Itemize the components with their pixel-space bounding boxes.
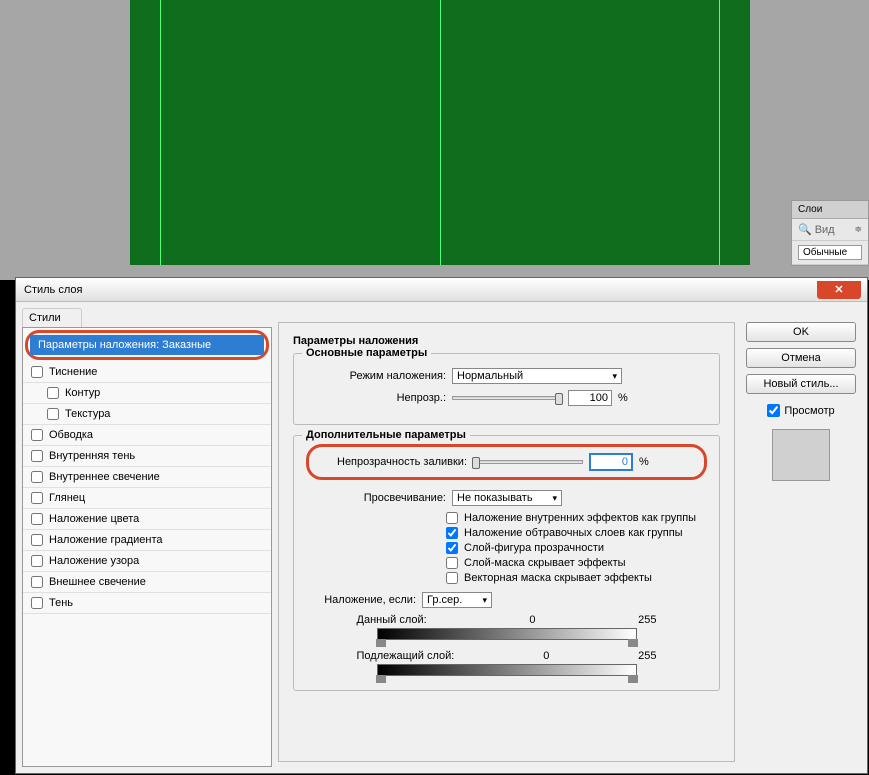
canvas-area xyxy=(0,0,869,280)
style-label: Наложение цвета xyxy=(49,513,139,525)
style-item[interactable]: Обводка xyxy=(23,425,271,446)
style-checkbox[interactable] xyxy=(31,366,43,378)
cancel-button[interactable]: Отмена xyxy=(746,348,856,368)
pct-label: % xyxy=(618,392,628,404)
close-button[interactable]: ✕ xyxy=(817,281,861,299)
general-legend: Основные параметры xyxy=(302,347,431,359)
style-checkbox[interactable] xyxy=(31,597,43,609)
layers-tab[interactable]: Слои xyxy=(792,201,868,219)
style-checkbox[interactable] xyxy=(31,513,43,525)
advanced-legend: Дополнительные параметры xyxy=(302,429,470,441)
dialog-buttons: OK Отмена Новый стиль... Просмотр xyxy=(741,308,861,767)
dialog-title: Стиль слоя xyxy=(24,284,817,296)
fill-opacity-slider[interactable] xyxy=(473,460,583,464)
blend-mode-select[interactable]: Нормальный xyxy=(452,368,622,384)
highlight-blending-options: Параметры наложения: Заказные xyxy=(25,330,269,360)
cb-clipped-layers-label: Наложение обтравочных слоев как группы xyxy=(464,527,683,539)
style-item[interactable]: Наложение цвета xyxy=(23,509,271,530)
style-checkbox[interactable] xyxy=(31,576,43,588)
cb-vector-mask-hides-label: Векторная маска скрывает эффекты xyxy=(464,572,652,584)
cb-layer-mask-hides[interactable] xyxy=(446,557,458,569)
style-item[interactable]: Текстура xyxy=(23,404,271,425)
blend-if-label: Наложение, если: xyxy=(306,594,416,606)
pct-label: % xyxy=(639,456,649,468)
cb-inner-effects[interactable] xyxy=(446,512,458,524)
style-checkbox[interactable] xyxy=(31,471,43,483)
style-item[interactable]: Внутренняя тень xyxy=(23,446,271,467)
highlight-fill-opacity: Непрозрачность заливки: % xyxy=(306,444,707,480)
fill-opacity-input[interactable] xyxy=(589,453,633,471)
preview-label: Просмотр xyxy=(784,405,834,417)
layers-panel: Слои 🔍 Вид ≑ Обычные xyxy=(791,200,869,266)
style-item[interactable]: Наложение узора xyxy=(23,551,271,572)
opacity-label: Непрозр.: xyxy=(306,392,446,404)
ok-button[interactable]: OK xyxy=(746,322,856,342)
advanced-blending-group: Дополнительные параметры Непрозрачность … xyxy=(293,435,720,691)
style-item[interactable]: Тень xyxy=(23,593,271,614)
cb-transparency-shapes[interactable] xyxy=(446,542,458,554)
layer-filter[interactable]: 🔍 Вид xyxy=(798,223,835,236)
style-label: Внешнее свечение xyxy=(49,576,146,588)
style-label: Контур xyxy=(65,387,100,399)
style-checkbox[interactable] xyxy=(31,429,43,441)
underlying-layer-label: Подлежащий слой: xyxy=(357,650,455,662)
styles-list: Параметры наложения: Заказные Тиснение Ко… xyxy=(22,327,272,767)
canvas-document[interactable] xyxy=(130,0,750,265)
style-label: Текстура xyxy=(65,408,110,420)
knockout-select[interactable]: Не показывать xyxy=(452,490,562,506)
style-label: Тень xyxy=(49,597,73,609)
style-label: Обводка xyxy=(49,429,93,441)
this-layer-gradient[interactable] xyxy=(377,628,637,640)
styles-header: Стили xyxy=(22,308,82,327)
style-checkbox[interactable] xyxy=(31,450,43,462)
style-item[interactable]: Тиснение xyxy=(23,362,271,383)
style-item[interactable]: Глянец xyxy=(23,488,271,509)
opacity-slider[interactable] xyxy=(452,396,562,400)
cb-inner-effects-label: Наложение внутренних эффектов как группы xyxy=(464,512,696,524)
blend-mode-label: Режим наложения: xyxy=(306,370,446,382)
knockout-label: Просвечивание: xyxy=(306,492,446,504)
style-item[interactable]: Контур xyxy=(23,383,271,404)
style-label: Тиснение xyxy=(49,366,97,378)
styles-list-column: Стили Параметры наложения: Заказные Тисн… xyxy=(22,308,272,767)
blend-mode-mini[interactable]: Обычные xyxy=(798,245,862,260)
preview-checkbox[interactable] xyxy=(767,404,780,417)
style-checkbox[interactable] xyxy=(31,555,43,567)
style-checkbox[interactable] xyxy=(47,387,59,399)
general-blending-group: Основные параметры Режим наложения: Норм… xyxy=(293,353,720,425)
search-icon: 🔍 xyxy=(798,223,812,236)
style-label: Наложение узора xyxy=(49,555,139,567)
style-label: Глянец xyxy=(49,492,85,504)
preview-swatch xyxy=(772,429,830,481)
style-label: Внутреннее свечение xyxy=(49,471,160,483)
new-style-button[interactable]: Новый стиль... xyxy=(746,374,856,394)
cb-layer-mask-hides-label: Слой-маска скрывает эффекты xyxy=(464,557,626,569)
this-layer-label: Данный слой: xyxy=(357,614,427,626)
cb-clipped-layers[interactable] xyxy=(446,527,458,539)
style-label: Наложение градиента xyxy=(49,534,163,546)
titlebar[interactable]: Стиль слоя ✕ xyxy=(16,278,867,302)
style-checkbox[interactable] xyxy=(31,492,43,504)
opacity-input[interactable] xyxy=(568,390,612,406)
underlying-layer-gradient[interactable] xyxy=(377,664,637,676)
style-label: Внутренняя тень xyxy=(49,450,135,462)
style-item[interactable]: Внешнее свечение xyxy=(23,572,271,593)
blend-if-select[interactable]: Гр.сер. xyxy=(422,592,492,608)
cb-transparency-shapes-label: Слой-фигура прозрачности xyxy=(464,542,604,554)
style-blending-options[interactable]: Параметры наложения: Заказные xyxy=(30,335,264,355)
style-checkbox[interactable] xyxy=(31,534,43,546)
style-item[interactable]: Наложение градиента xyxy=(23,530,271,551)
layer-style-dialog: Стиль слоя ✕ Стили Параметры наложения: … xyxy=(15,277,868,774)
dropdown-icon[interactable]: ≑ xyxy=(854,224,862,235)
fill-opacity-label: Непрозрачность заливки: xyxy=(319,456,467,468)
cb-vector-mask-hides[interactable] xyxy=(446,572,458,584)
options-panel: Параметры наложения Основные параметры Р… xyxy=(278,322,735,762)
style-item[interactable]: Внутреннее свечение xyxy=(23,467,271,488)
style-checkbox[interactable] xyxy=(47,408,59,420)
